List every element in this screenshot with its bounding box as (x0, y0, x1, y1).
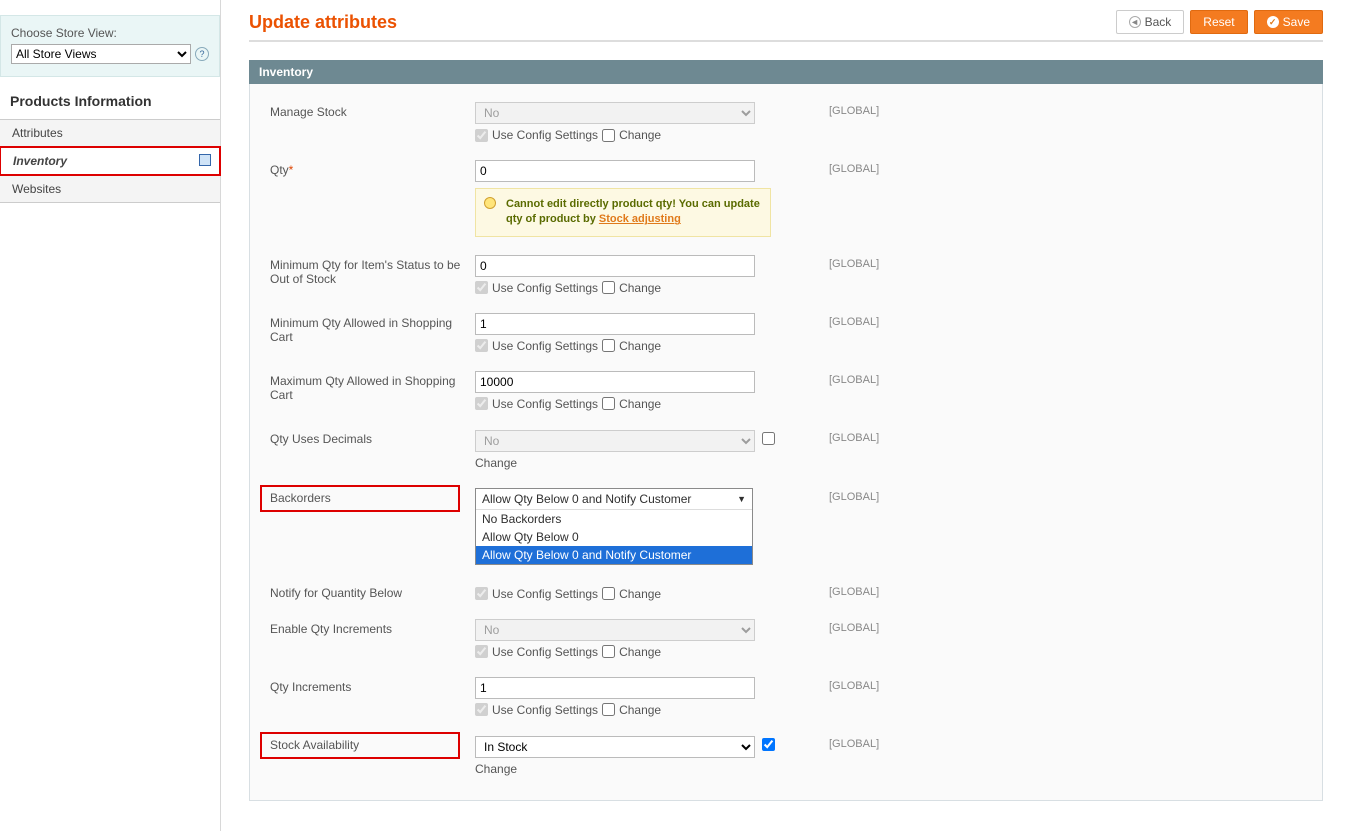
enable-incr-useconfig[interactable] (475, 645, 488, 658)
min-qty-cart-input[interactable] (475, 313, 755, 335)
min-qty-out-useconfig[interactable] (475, 281, 488, 294)
manage-stock-select[interactable]: No (475, 102, 755, 124)
qty-incr-change[interactable] (602, 703, 615, 716)
back-button[interactable]: ◄ Back (1116, 10, 1185, 34)
qty-input[interactable] (475, 160, 755, 182)
store-view-chooser: Choose Store View: All Store Views ? (0, 15, 220, 77)
min-qty-out-label: Minimum Qty for Item's Status to be Out … (270, 255, 475, 286)
stock-avail-label-wrap: Stock Availability (270, 735, 475, 753)
max-qty-cart-input[interactable] (475, 371, 755, 393)
scope-label: [GLOBAL] (829, 735, 949, 750)
scope-label: [GLOBAL] (829, 583, 949, 598)
scope-label: [GLOBAL] (829, 429, 949, 444)
max-qty-cart-change[interactable] (602, 397, 615, 410)
qty-decimals-change-chk[interactable] (762, 432, 775, 445)
enable-incr-change[interactable] (602, 645, 615, 658)
change-label: Change (475, 762, 815, 776)
qty-decimals-label: Qty Uses Decimals (270, 429, 475, 446)
backorders-option-none[interactable]: No Backorders (476, 510, 752, 528)
save-label: Save (1283, 15, 1310, 29)
back-label: Back (1145, 15, 1172, 29)
arrow-left-icon: ◄ (1129, 16, 1141, 28)
reset-button[interactable]: Reset (1190, 10, 1247, 34)
sidebar-tab-inventory[interactable]: Inventory (0, 146, 221, 176)
use-config-label: Use Config Settings (492, 397, 598, 411)
inventory-form: Manage Stock No Use Config Settings Chan… (249, 84, 1323, 801)
backorders-label: Backorders (260, 485, 460, 512)
max-qty-cart-useconfig[interactable] (475, 397, 488, 410)
scope-label: [GLOBAL] (829, 255, 949, 270)
sidebar-tab-attributes[interactable]: Attributes (0, 120, 220, 147)
manage-stock-change[interactable] (602, 129, 615, 142)
min-qty-cart-useconfig[interactable] (475, 339, 488, 352)
stock-avail-select[interactable]: In Stock (475, 736, 755, 758)
backorders-label-wrap: Backorders (270, 488, 475, 506)
change-label: Change (475, 456, 815, 470)
min-qty-cart-change[interactable] (602, 339, 615, 352)
qty-incr-label: Qty Increments (270, 677, 475, 694)
use-config-label: Use Config Settings (492, 128, 598, 142)
stock-avail-change-chk[interactable] (762, 738, 775, 751)
store-view-select[interactable]: All Store Views (11, 44, 191, 64)
use-config-label: Use Config Settings (492, 587, 598, 601)
change-label: Change (619, 281, 661, 295)
scope-label: [GLOBAL] (829, 313, 949, 328)
min-qty-out-change[interactable] (602, 281, 615, 294)
sidebar-tab-websites[interactable]: Websites (0, 176, 220, 203)
stock-avail-label: Stock Availability (260, 732, 460, 759)
check-icon: ✓ (1267, 16, 1279, 28)
use-config-label: Use Config Settings (492, 645, 598, 659)
change-label: Change (619, 587, 661, 601)
change-label: Change (619, 339, 661, 353)
backorders-option-below0[interactable]: Allow Qty Below 0 (476, 528, 752, 546)
store-view-label: Choose Store View: (11, 26, 209, 40)
change-label: Change (619, 397, 661, 411)
enable-incr-select[interactable]: No (475, 619, 755, 641)
qty-incr-useconfig[interactable] (475, 703, 488, 716)
sidebar-tab-label: Inventory (13, 154, 67, 168)
use-config-label: Use Config Settings (492, 703, 598, 717)
change-label: Change (619, 645, 661, 659)
section-header: Inventory (249, 60, 1323, 84)
min-qty-out-input[interactable] (475, 255, 755, 277)
max-qty-cart-label: Maximum Qty Allowed in Shopping Cart (270, 371, 475, 402)
sidebar: Choose Store View: All Store Views ? Pro… (0, 0, 220, 831)
scope-label: [GLOBAL] (829, 160, 949, 175)
manage-stock-label: Manage Stock (270, 102, 475, 119)
notify-below-change[interactable] (602, 587, 615, 600)
main-content: Update attributes ◄ Back Reset ✓ Save In… (220, 0, 1351, 831)
backorders-value: Allow Qty Below 0 and Notify Customer (482, 492, 691, 506)
qty-incr-input[interactable] (475, 677, 755, 699)
qty-decimals-select[interactable]: No (475, 430, 755, 452)
min-qty-cart-label: Minimum Qty Allowed in Shopping Cart (270, 313, 475, 344)
chevron-down-icon: ▼ (737, 494, 746, 504)
reset-label: Reset (1203, 15, 1234, 29)
sidebar-heading: Products Information (0, 87, 220, 119)
stock-adjusting-link[interactable]: Stock adjusting (599, 213, 681, 225)
manage-stock-useconfig[interactable] (475, 129, 488, 142)
bulb-icon (484, 197, 496, 209)
help-icon[interactable]: ? (195, 47, 209, 61)
change-label: Change (619, 128, 661, 142)
scope-label: [GLOBAL] (829, 677, 949, 692)
page-title: Update attributes (249, 12, 397, 33)
qty-notice: Cannot edit directly product qty! You ca… (475, 188, 771, 237)
scope-label: [GLOBAL] (829, 488, 949, 503)
use-config-label: Use Config Settings (492, 281, 598, 295)
save-icon (199, 154, 211, 166)
change-label: Change (619, 703, 661, 717)
save-button[interactable]: ✓ Save (1254, 10, 1323, 34)
scope-label: [GLOBAL] (829, 371, 949, 386)
scope-label: [GLOBAL] (829, 619, 949, 634)
use-config-label: Use Config Settings (492, 339, 598, 353)
action-buttons: ◄ Back Reset ✓ Save (1116, 10, 1323, 34)
qty-label: Qty* (270, 160, 475, 177)
enable-incr-label: Enable Qty Increments (270, 619, 475, 636)
sidebar-tabs: Attributes Inventory Websites (0, 119, 220, 203)
backorders-option-below0-notify[interactable]: Allow Qty Below 0 and Notify Customer (476, 546, 752, 564)
backorders-select[interactable]: Allow Qty Below 0 and Notify Customer ▼ … (475, 488, 753, 565)
notify-below-label: Notify for Quantity Below (270, 583, 475, 600)
scope-label: [GLOBAL] (829, 102, 949, 117)
notify-below-useconfig[interactable] (475, 587, 488, 600)
